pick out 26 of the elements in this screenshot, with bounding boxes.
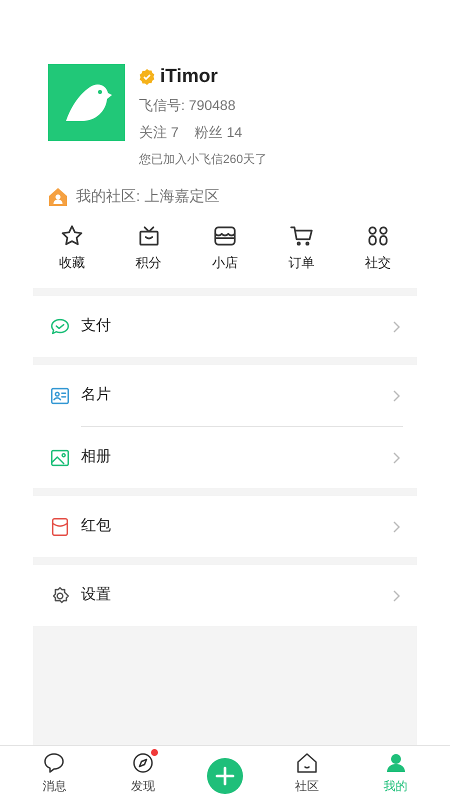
- shortcut-button[interactable]: 社交: [356, 222, 400, 272]
- chevron-right-icon: [393, 390, 401, 402]
- shortcut-button[interactable]: 订单: [280, 222, 324, 272]
- house-person-icon: [48, 187, 68, 208]
- community-text[interactable]: 我的社区: 上海嘉定区: [76, 186, 220, 208]
- tab-button[interactable]: 发现: [118, 751, 168, 795]
- joined-days-text: 您已加入小飞信260天了: [139, 151, 268, 168]
- tab-button[interactable]: 社区: [282, 751, 332, 795]
- plus-icon: [214, 766, 235, 786]
- chevron-right-icon: [393, 320, 401, 332]
- speech-bubble-icon: [42, 751, 66, 775]
- user-name: iTimor: [160, 65, 218, 89]
- tab-button[interactable]: 消息: [29, 751, 80, 795]
- chevron-right-icon: [393, 590, 401, 602]
- shortcut-button[interactable]: 积分: [126, 222, 170, 272]
- envelope-icon: [49, 516, 71, 538]
- followers-count[interactable]: 粉丝 14: [194, 122, 242, 143]
- chevron-right-icon: [393, 452, 401, 464]
- compass-icon: [131, 751, 156, 775]
- house-icon: [294, 751, 319, 775]
- shortcut-button[interactable]: 小店: [203, 222, 247, 272]
- account-id: 飞信号: 790488: [139, 96, 236, 115]
- add-button[interactable]: [206, 758, 243, 794]
- following-count[interactable]: 关注 7: [139, 122, 179, 143]
- chevron-right-icon: [393, 520, 401, 532]
- shortcut-button[interactable]: 收藏: [50, 222, 94, 272]
